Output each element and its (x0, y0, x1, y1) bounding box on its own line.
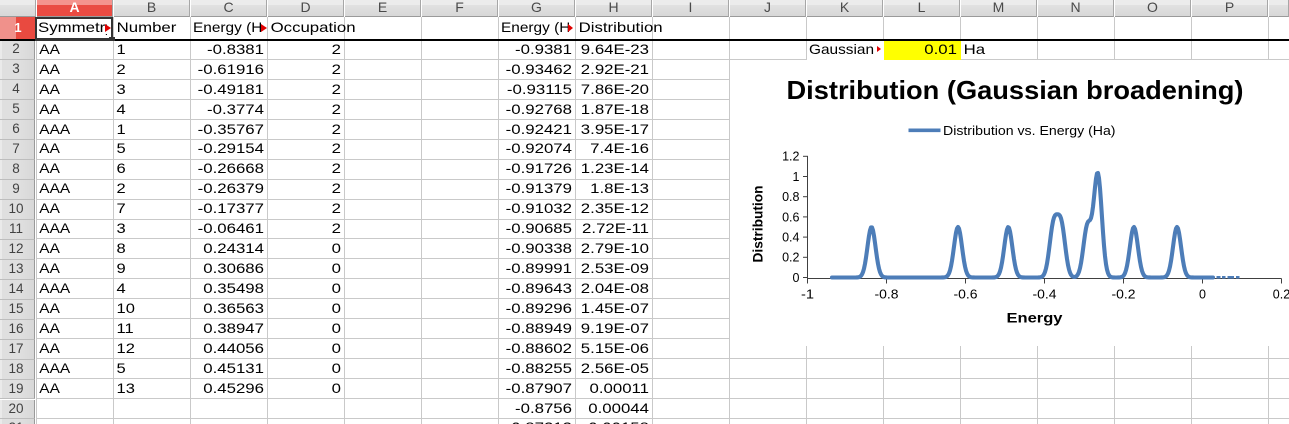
svg-text:-0.6: -0.6 (954, 288, 978, 302)
svg-text:0.4: 0.4 (782, 231, 799, 245)
svg-text:Distribution (Gaussian broaden: Distribution (Gaussian broadening) (787, 75, 1244, 105)
svg-text:-1: -1 (801, 288, 814, 302)
svg-text:0.2: 0.2 (782, 251, 799, 265)
svg-text:-0.8: -0.8 (875, 288, 899, 302)
svg-text:Distribution vs. Energy (Ha): Distribution vs. Energy (Ha) (943, 124, 1116, 138)
svg-text:0.6: 0.6 (782, 210, 799, 224)
svg-text:Energy: Energy (1007, 310, 1064, 325)
svg-text:-0.2: -0.2 (1112, 288, 1136, 302)
svg-text:0: 0 (793, 271, 800, 285)
svg-text:1.2: 1.2 (782, 150, 799, 164)
svg-text:0.2: 0.2 (1273, 288, 1289, 302)
svg-text:0: 0 (1199, 288, 1206, 302)
svg-text:Distribution: Distribution (751, 186, 766, 263)
svg-text:1: 1 (793, 170, 800, 184)
svg-text:-0.4: -0.4 (1033, 288, 1057, 302)
svg-text:0.8: 0.8 (782, 190, 799, 204)
